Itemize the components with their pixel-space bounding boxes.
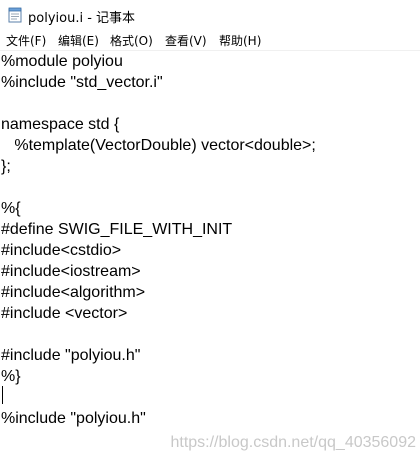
code-line: %module polyiou bbox=[1, 53, 123, 70]
menu-edit[interactable]: 编辑(E) bbox=[58, 32, 99, 49]
code-line: %include "polyiou.h" bbox=[1, 410, 146, 427]
menu-view[interactable]: 查看(V) bbox=[165, 32, 207, 49]
menu-format[interactable]: 格式(O) bbox=[110, 32, 153, 49]
code-line: #include<iostream> bbox=[1, 263, 141, 280]
notepad-window: polyiou.i - 记事本 文件(F) 编辑(E) 格式(O) 查看(V) … bbox=[0, 0, 420, 463]
code-line: %} bbox=[1, 368, 21, 385]
text-editor-area[interactable]: %module polyiou %include "std_vector.i" … bbox=[0, 51, 420, 463]
code-line: #include <vector> bbox=[1, 305, 128, 322]
code-line: %template(VectorDouble) vector<double>; bbox=[1, 137, 316, 154]
menu-help[interactable]: 帮助(H) bbox=[219, 32, 261, 49]
window-title: polyiou.i - 记事本 bbox=[28, 11, 136, 26]
notepad-icon bbox=[8, 7, 22, 23]
code-line: %include "std_vector.i" bbox=[1, 74, 163, 91]
code-line: #include "polyiou.h" bbox=[1, 347, 141, 364]
code-line: }; bbox=[1, 158, 11, 175]
title-bar[interactable]: polyiou.i - 记事本 bbox=[0, 0, 420, 30]
menu-file[interactable]: 文件(F) bbox=[6, 32, 46, 49]
menu-bar: 文件(F) 编辑(E) 格式(O) 查看(V) 帮助(H) bbox=[0, 30, 420, 51]
text-caret bbox=[2, 386, 3, 404]
code-line: #define SWIG_FILE_WITH_INIT bbox=[1, 221, 233, 238]
code-line: #include<algorithm> bbox=[1, 284, 146, 301]
code-line: #include<cstdio> bbox=[1, 242, 122, 259]
watermark: https://blog.csdn.net/qq_40356092 bbox=[170, 434, 416, 451]
code-line: namespace std { bbox=[1, 116, 120, 133]
code-line: %{ bbox=[1, 200, 21, 217]
